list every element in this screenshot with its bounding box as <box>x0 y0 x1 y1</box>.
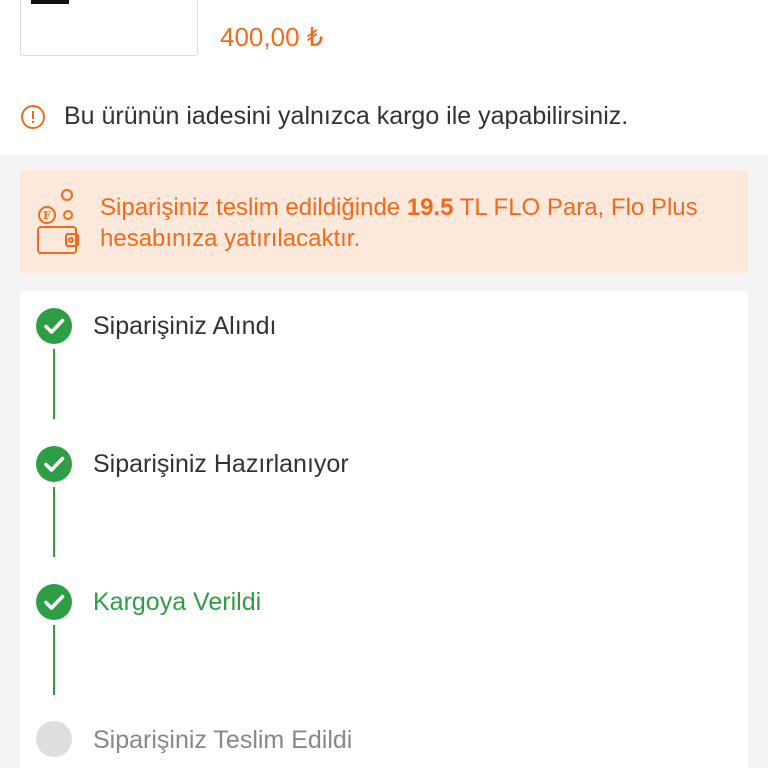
product-price: 400,00 ₺ <box>220 22 324 52</box>
step-shipped: Kargoya Verildi <box>93 588 262 616</box>
step-delivered: Siparişiniz Teslim Edildi <box>93 726 353 754</box>
cashback-banner: F Siparişiniz teslim edildiğinde 19.5 TL… <box>20 170 748 273</box>
timeline-connector <box>53 487 55 557</box>
pending-circle-icon <box>36 721 72 757</box>
order-detail-page: 400,00 ₺ Bu ürünün iadesini yalnızca kar… <box>0 0 768 768</box>
svg-text:F: F <box>43 209 51 222</box>
step-order-received: Siparişiniz Alındı <box>93 312 277 340</box>
cashback-text-before: Siparişiniz teslim edildiğinde <box>100 194 407 221</box>
wallet-coin-icon: F <box>37 189 79 254</box>
check-circle-icon <box>36 308 72 344</box>
order-status-timeline: Siparişiniz Alındı Siparişiniz Hazırlanı… <box>20 291 748 768</box>
timeline-connector <box>53 349 55 419</box>
check-circle-icon <box>36 446 72 482</box>
step-order-preparing: Siparişiniz Hazırlanıyor <box>93 450 349 478</box>
return-note: Bu ürünün iadesini yalnızca kargo ile ya… <box>20 102 628 131</box>
product-image-content <box>31 0 69 4</box>
cashback-amount: 19.5 <box>406 194 454 221</box>
timeline-connector <box>53 625 55 695</box>
check-circle-icon <box>36 584 72 620</box>
return-note-text: Bu ürünün iadesini yalnızca kargo ile ya… <box>64 102 629 130</box>
product-section: 400,00 ₺ Bu ürünün iadesini yalnızca kar… <box>0 0 768 155</box>
info-circle-icon <box>21 104 45 129</box>
product-image[interactable] <box>20 0 198 56</box>
cashback-message: Siparişiniz teslim edildiğinde 19.5 TL F… <box>100 192 720 254</box>
